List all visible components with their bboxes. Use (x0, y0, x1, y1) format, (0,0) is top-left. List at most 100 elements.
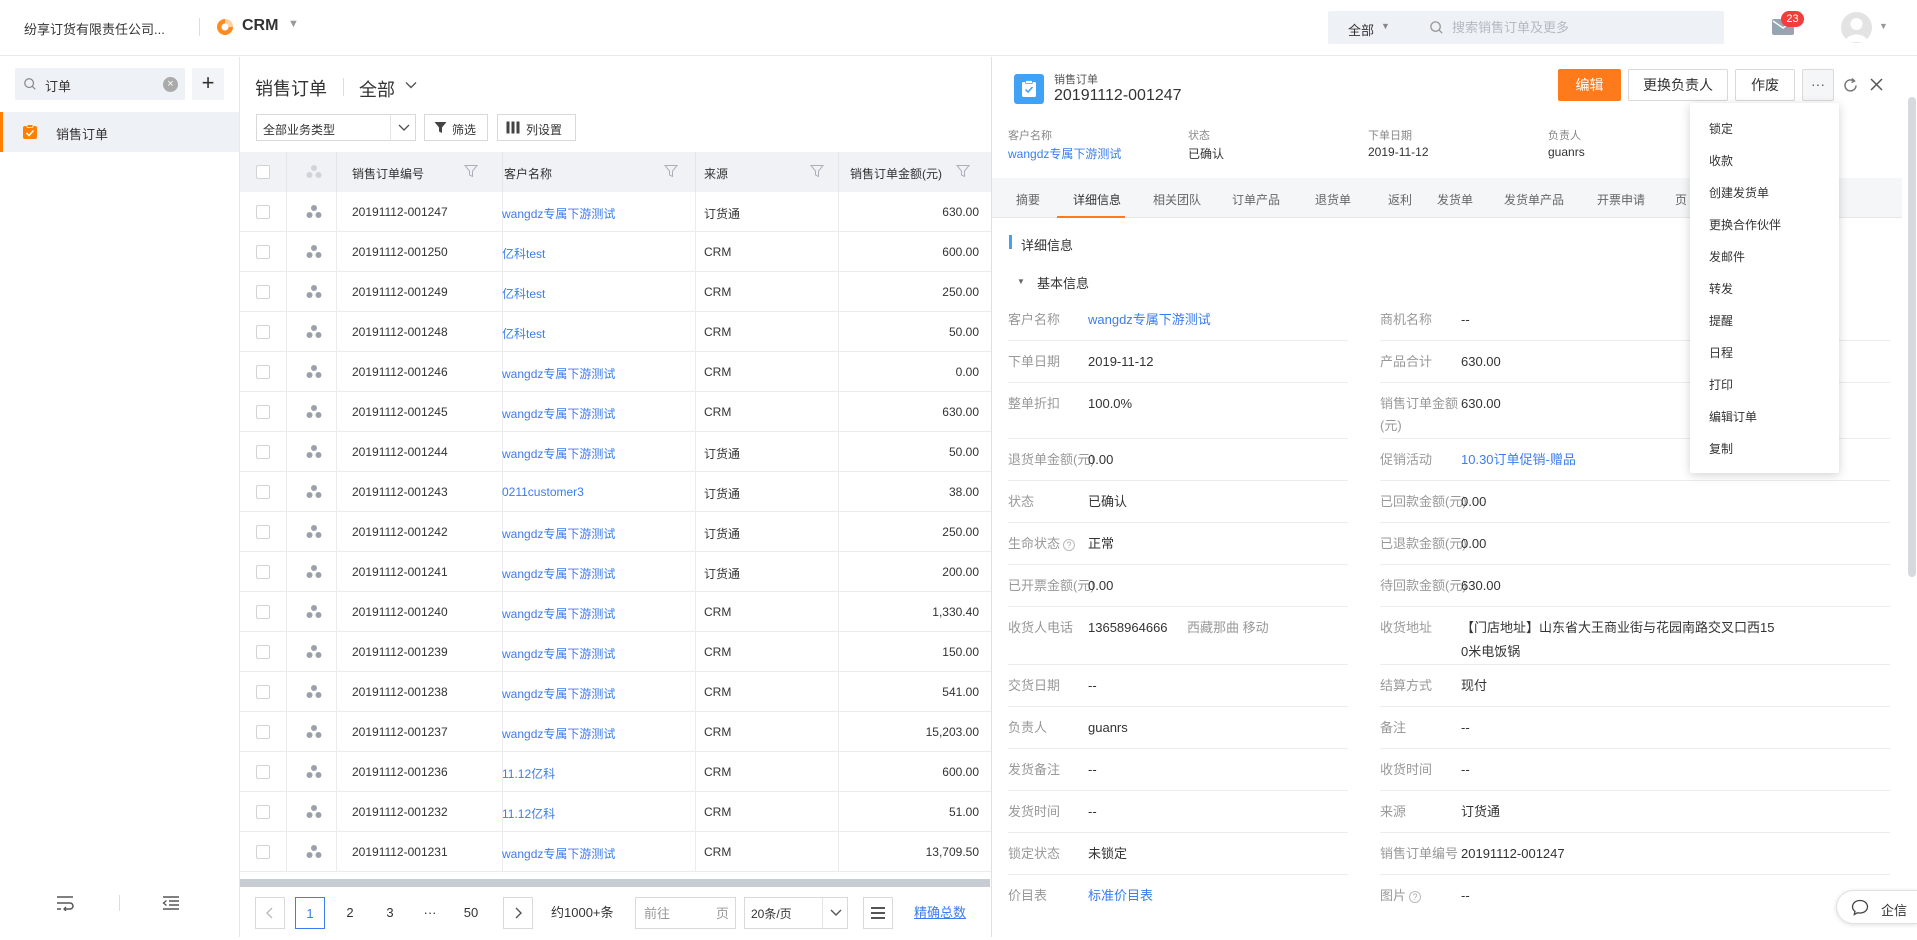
row-checkbox[interactable] (256, 805, 270, 819)
chevron-down-icon[interactable]: ▼ (1381, 21, 1390, 31)
customer-link[interactable]: wangdz专属下游测试 (502, 685, 615, 702)
business-type-select[interactable]: 全部业务类型 (256, 114, 416, 141)
table-row[interactable]: 20191112-001240 wangdz专属下游测试 CRM 1,330.40 (240, 592, 991, 632)
row-checkbox[interactable] (256, 405, 270, 419)
table-row[interactable]: 20191112-001247 wangdz专属下游测试 订货通 630.00 (240, 192, 991, 232)
row-checkbox[interactable] (256, 245, 270, 259)
row-checkbox[interactable] (256, 605, 270, 619)
team-icon[interactable] (306, 324, 322, 340)
table-row[interactable]: 20191112-001250 亿科test CRM 600.00 (240, 232, 991, 272)
customer-link[interactable]: wangdz专属下游测试 (502, 645, 615, 662)
add-button[interactable]: + (192, 68, 224, 100)
refresh-icon[interactable] (1842, 77, 1859, 94)
table-row[interactable]: 20191112-001242 wangdz专属下游测试 订货通 250.00 (240, 512, 991, 552)
row-checkbox[interactable] (256, 765, 270, 779)
menu-item-payment[interactable]: 收款 (1709, 152, 1733, 169)
menu-item-lock[interactable]: 锁定 (1709, 120, 1733, 137)
column-header-amount[interactable]: 销售订单金额(元) (850, 165, 942, 182)
chevron-down-icon[interactable] (404, 78, 418, 92)
customer-link[interactable]: wangdz专属下游测试 (502, 365, 615, 382)
column-settings-button[interactable]: 列设置 (497, 114, 576, 141)
wrap-text-icon[interactable] (56, 895, 74, 911)
customer-link[interactable]: wangdz专属下游测试 (502, 405, 615, 422)
tab-delivery[interactable]: 发货单 (1437, 191, 1473, 208)
next-page-button[interactable] (503, 897, 533, 929)
order-no-cell[interactable]: 20191112-001249 (352, 285, 448, 299)
team-icon[interactable] (306, 524, 322, 540)
menu-item-edit-order[interactable]: 编辑订单 (1709, 408, 1757, 425)
row-checkbox[interactable] (256, 525, 270, 539)
team-icon[interactable] (306, 804, 322, 820)
order-no-cell[interactable]: 20191112-001241 (352, 565, 448, 579)
tab-delivery-products[interactable]: 发货单产品 (1504, 191, 1564, 208)
order-no-cell[interactable]: 20191112-001231 (352, 845, 448, 859)
order-no-cell[interactable]: 20191112-001232 (352, 805, 448, 819)
sidebar-item-sales-order[interactable]: 销售订单 (0, 112, 239, 152)
edit-button[interactable]: 编辑 (1558, 69, 1621, 101)
chevron-down-icon[interactable]: ▼ (288, 18, 299, 30)
list-view-icon[interactable] (863, 897, 893, 929)
order-no-cell[interactable]: 20191112-001244 (352, 445, 448, 459)
tab-details[interactable]: 详细信息 (1073, 191, 1121, 208)
sidebar-search[interactable]: 订单 × (15, 68, 185, 100)
field-value-link[interactable]: 10.30订单促销-赠品 (1461, 447, 1576, 472)
filter-icon[interactable] (810, 164, 824, 178)
vertical-scrollbar[interactable] (1908, 97, 1916, 577)
app-switcher[interactable]: CRM (242, 17, 278, 35)
sidebar-search-input[interactable]: 订单 (45, 76, 71, 95)
customer-link[interactable]: 11.12亿科 (502, 765, 555, 782)
filter-icon[interactable] (664, 164, 678, 178)
row-checkbox[interactable] (256, 725, 270, 739)
customer-link[interactable]: 亿科test (502, 285, 545, 302)
order-no-cell[interactable]: 20191112-001247 (352, 205, 448, 219)
order-no-cell[interactable]: 20191112-001250 (352, 245, 448, 259)
help-icon[interactable]: ? (1063, 538, 1076, 551)
horizontal-scrollbar[interactable] (240, 879, 990, 887)
customer-link[interactable]: wangdz专属下游测试 (502, 565, 615, 582)
order-no-cell[interactable]: 20191112-001236 (352, 765, 448, 779)
prev-page-button[interactable] (255, 897, 285, 929)
customer-link[interactable]: 亿科test (502, 325, 545, 342)
table-row[interactable]: 20191112-001244 wangdz专属下游测试 订货通 50.00 (240, 432, 991, 472)
table-row[interactable]: 20191112-001241 wangdz专属下游测试 订货通 200.00 (240, 552, 991, 592)
table-row[interactable]: 20191112-001239 wangdz专属下游测试 CRM 150.00 (240, 632, 991, 672)
table-row[interactable]: 20191112-001238 wangdz专属下游测试 CRM 541.00 (240, 672, 991, 712)
collapse-menu-icon[interactable] (162, 895, 180, 911)
tab-rebate[interactable]: 返利 (1388, 191, 1412, 208)
row-checkbox[interactable] (256, 325, 270, 339)
menu-item-forward[interactable]: 转发 (1709, 280, 1733, 297)
page-button-50[interactable]: 50 (456, 897, 486, 929)
table-row[interactable]: 20191112-001236 11.12亿科 CRM 600.00 (240, 752, 991, 792)
table-row[interactable]: 20191112-001237 wangdz专属下游测试 CRM 15,203.00 (240, 712, 991, 752)
team-icon[interactable] (306, 604, 322, 620)
table-row[interactable]: 20191112-001249 亿科test CRM 250.00 (240, 272, 991, 312)
column-header-customer[interactable]: 客户名称 (504, 165, 552, 182)
team-icon[interactable] (306, 444, 322, 460)
page-button-2[interactable]: 2 (335, 897, 365, 929)
customer-link[interactable]: 0211customer3 (502, 485, 584, 499)
table-row[interactable]: 20191112-001232 11.12亿科 CRM 51.00 (240, 792, 991, 832)
team-icon[interactable] (306, 844, 322, 860)
change-owner-button[interactable]: 更换负责人 (1628, 69, 1728, 101)
page-ellipsis[interactable]: ··· (415, 897, 445, 929)
row-checkbox[interactable] (256, 685, 270, 699)
menu-item-copy[interactable]: 复制 (1709, 440, 1733, 457)
summary-customer-link[interactable]: wangdz专属下游测试 (1008, 145, 1121, 162)
page-size-select[interactable]: 20条/页 (744, 897, 848, 929)
chat-button[interactable]: 企信 (1836, 890, 1917, 924)
customer-link[interactable]: 亿科test (502, 245, 545, 262)
menu-item-send-email[interactable]: 发邮件 (1709, 248, 1745, 265)
page-button-1[interactable]: 1 (295, 897, 325, 929)
row-checkbox[interactable] (256, 845, 270, 859)
order-no-cell[interactable]: 20191112-001242 (352, 525, 448, 539)
company-name[interactable]: 纷享订货有限责任公司... (24, 19, 165, 38)
team-icon[interactable] (306, 284, 322, 300)
clear-icon[interactable]: × (163, 77, 178, 92)
team-icon[interactable] (306, 644, 322, 660)
tab-team[interactable]: 相关团队 (1153, 191, 1201, 208)
order-no-cell[interactable]: 20191112-001245 (352, 405, 448, 419)
table-row[interactable]: 20191112-001246 wangdz专属下游测试 CRM 0.00 (240, 352, 991, 392)
tab-summary[interactable]: 摘要 (1016, 191, 1040, 208)
menu-item-schedule[interactable]: 日程 (1709, 344, 1733, 361)
table-row[interactable]: 20191112-001243 0211customer3 订货通 38.00 (240, 472, 991, 512)
